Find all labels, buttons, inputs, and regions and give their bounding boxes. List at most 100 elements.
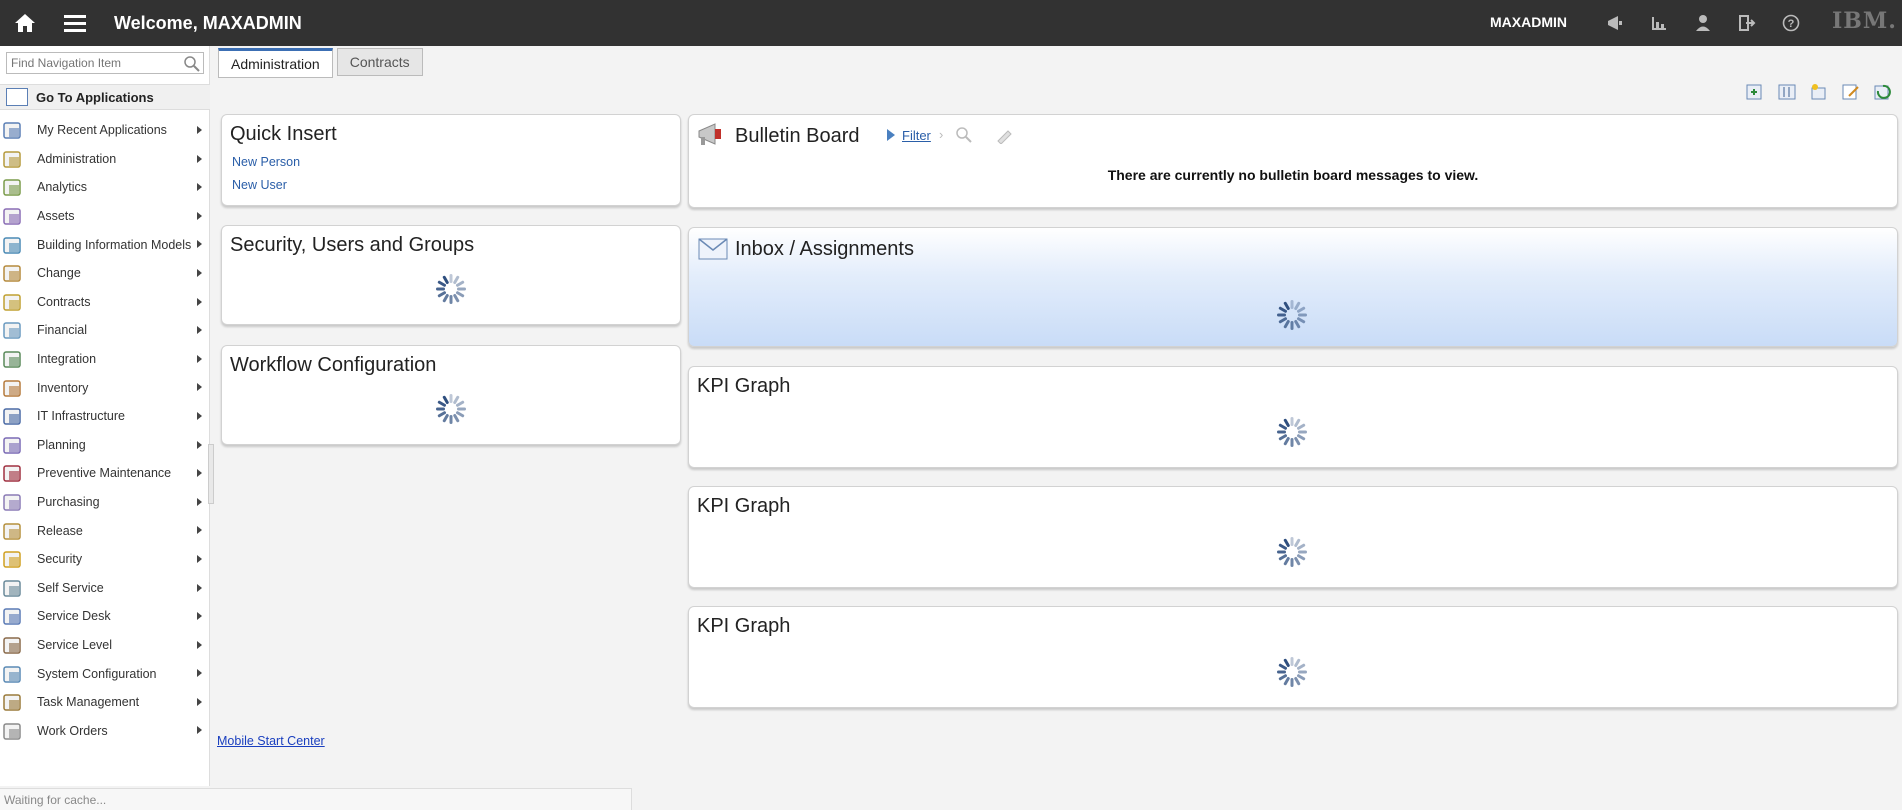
work-orders-icon [3,723,21,740]
sidebar-item-label: Service Desk [37,609,111,624]
sidebar-item-administration[interactable]: Administration [0,145,210,174]
search-icon[interactable] [183,55,201,73]
svg-text:?: ? [1788,18,1795,30]
sidebar-item-label: Preventive Maintenance [37,466,172,481]
loading-spinner-icon [434,392,468,426]
loading-spinner-icon [1275,415,1309,449]
sidebar-item-label: Release [37,523,83,538]
bulletin-megaphone-icon [695,121,727,152]
refresh-icon[interactable] [1873,82,1893,102]
sidebar-item-contracts[interactable]: Contracts [0,288,210,317]
home-icon[interactable] [0,0,50,46]
bulletin-board-portlet: Bulletin Board Filter › There are curren… [688,114,1898,208]
chevron-right-icon [197,354,202,363]
chevron-right-icon [197,211,202,220]
reports-icon[interactable] [1644,8,1674,38]
sidebar-item-inventory[interactable]: Inventory [0,373,210,402]
sidebar-item-security[interactable]: Security [0,545,210,574]
top-bar: Welcome, MAXADMIN MAXADMIN ? IBM. [0,0,1902,46]
tab-contracts[interactable]: Contracts [336,48,423,76]
sidebar-item-system-configuration[interactable]: System Configuration [0,659,210,688]
chevron-right-icon [197,583,202,592]
ibm-logo: IBM. [1832,8,1897,34]
security-icon [3,551,21,568]
sidebar-item-analytics[interactable]: Analytics [0,173,210,202]
planning-icon [3,437,21,454]
sidebar-item-release[interactable]: Release [0,516,210,545]
administration-icon [3,151,21,168]
sidebar-item-label: Task Management [37,695,140,710]
sidebar-item-planning[interactable]: Planning [0,431,210,460]
chevron-right-icon [197,154,202,163]
quick-insert-portlet: Quick Insert New Person New User [221,114,681,206]
chevron-right-icon [197,411,202,420]
sidebar-item-label: Administration [37,151,117,166]
sidebar-item-assets[interactable]: Assets [0,202,210,231]
portlet-title: Inbox / Assignments [735,238,914,260]
template-icon[interactable] [1809,82,1829,102]
kpi-graph-portlet: KPI Graph [688,606,1898,708]
chevron-right-icon [197,554,202,563]
chevron-right-icon: › [939,127,944,142]
sidebar-item-service-desk[interactable]: Service Desk [0,602,210,631]
profile-icon[interactable] [1688,8,1718,38]
clear-filter-icon[interactable] [995,126,1013,147]
welcome-title: Welcome, MAXADMIN [114,12,302,33]
chevron-right-icon [197,297,202,306]
building-models-icon [3,236,21,254]
help-icon[interactable]: ? [1776,8,1806,38]
nav-search-input[interactable] [7,53,179,73]
sidebar-item-building-models[interactable]: Building Information Models [0,230,210,259]
bulletin-icon[interactable] [1600,8,1630,38]
chevron-right-icon [197,240,202,249]
sidebar-item-it-infrastructure[interactable]: IT Infrastructure [0,402,210,431]
inbox-portlet: Inbox / Assignments [688,227,1898,347]
loading-spinner-icon [1275,655,1309,689]
sidebar-item-work-orders[interactable]: Work Orders [0,716,210,745]
add-portlet-icon[interactable] [1745,82,1765,102]
chevron-right-icon [197,497,202,506]
tab-administration[interactable]: Administration [218,48,333,78]
chevron-right-icon [197,383,202,392]
loading-spinner-icon [1275,298,1309,332]
sidebar-item-preventive-maintenance[interactable]: Preventive Maintenance [0,459,210,488]
menu-icon[interactable] [50,0,100,46]
go-to-applications[interactable]: Go To Applications [0,84,210,110]
sidebar-item-self-service[interactable]: Self Service [0,574,210,603]
sidebar-item-task-management[interactable]: Task Management [0,688,210,717]
inbox-envelope-icon [697,234,729,265]
sidebar-item-service-level[interactable]: Service Level [0,631,210,660]
portlet-title: KPI Graph [697,615,791,637]
sidebar-item-integration[interactable]: Integration [0,345,210,374]
sidebar-item-financial[interactable]: Financial [0,316,210,345]
edit-icon[interactable] [1841,82,1861,102]
financial-icon [3,322,21,340]
navigation-sidebar: Go To Applications My Recent Application… [0,46,214,786]
filter-expand-icon[interactable] [885,127,897,146]
self-service-icon [3,580,21,597]
sidebar-item-label: Change [37,266,81,281]
service-level-icon [3,637,21,654]
sidebar-item-recent-apps[interactable]: My Recent Applications [0,116,210,145]
sidebar-item-label: Purchasing [37,495,100,510]
new-person-link[interactable]: New Person [232,155,300,169]
status-bar: Waiting for cache... [0,788,632,810]
inventory-icon [3,379,21,397]
sidebar-item-label: Inventory [37,380,89,395]
release-icon [3,522,21,540]
search-icon[interactable] [955,126,973,147]
workflow-portlet: Workflow Configuration [221,345,681,445]
sidebar-item-label: Financial [37,323,88,338]
layout-icon[interactable] [1777,82,1797,102]
portlet-title: Security, Users and Groups [230,234,475,256]
go-to-applications-label: Go To Applications [36,89,154,105]
sidebar-collapse-handle[interactable] [208,444,214,504]
mobile-start-center-link[interactable]: Mobile Start Center [217,734,325,748]
new-user-link[interactable]: New User [232,178,287,192]
change-icon [3,265,21,283]
analytics-icon [3,179,21,197]
sidebar-item-change[interactable]: Change [0,259,210,288]
sidebar-item-purchasing[interactable]: Purchasing [0,488,210,517]
filter-link[interactable]: Filter [902,128,931,143]
signout-icon[interactable] [1732,8,1762,38]
